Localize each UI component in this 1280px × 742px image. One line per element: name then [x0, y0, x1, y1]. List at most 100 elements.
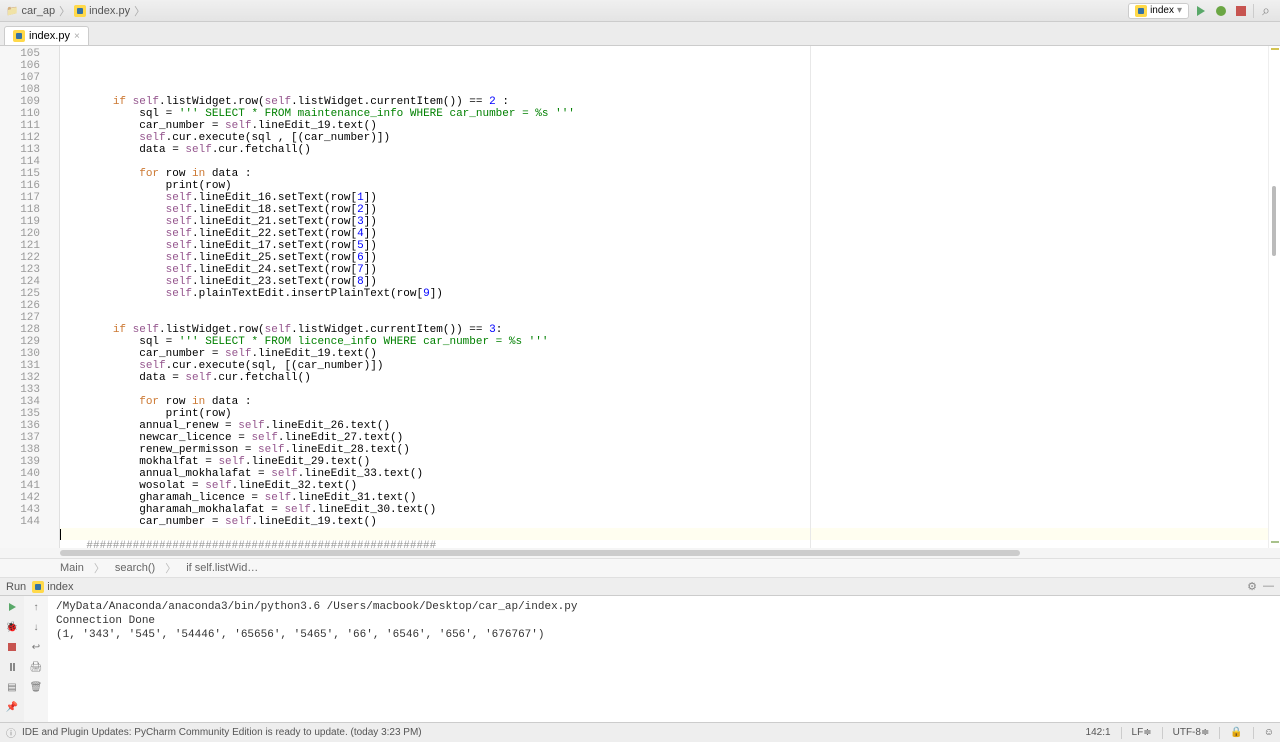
code-line[interactable]: annual_renew = self.lineEdit_26.text() — [60, 420, 1268, 432]
wrap-button[interactable]: ↩ — [29, 640, 43, 654]
clear-button[interactable]: 🗑 — [29, 680, 43, 694]
code-line[interactable] — [60, 528, 1268, 540]
folder-icon — [6, 5, 18, 17]
error-stripe[interactable] — [1268, 46, 1280, 548]
up-button[interactable]: ↑ — [29, 600, 43, 614]
code-line[interactable]: self.lineEdit_25.setText(row[6]) — [60, 252, 1268, 264]
run-tool-window: 🐞 ▤ 📌 ↑ ↓ ↩ 🖨 🗑 /MyData/Anaconda/anacond… — [0, 596, 1280, 722]
crumb-block[interactable]: if self.listWid… — [186, 562, 258, 574]
bug-icon — [1216, 6, 1226, 16]
code-line[interactable]: data = self.cur.fetchall() — [60, 144, 1268, 156]
code-line[interactable]: if self.listWidget.row(self.listWidget.c… — [60, 96, 1268, 108]
gear-icon[interactable]: ⚙ — [1247, 580, 1257, 593]
code-line[interactable]: self.cur.execute(sql , [(car_number)]) — [60, 132, 1268, 144]
code-line[interactable]: car_number = self.lineEdit_19.text() — [60, 516, 1268, 528]
status-message[interactable]: IDE and Plugin Updates: PyCharm Communit… — [22, 727, 422, 738]
close-icon[interactable]: × — [74, 31, 80, 42]
code-line[interactable]: self.lineEdit_22.setText(row[4]) — [60, 228, 1268, 240]
stop-icon — [8, 643, 16, 651]
info-icon[interactable]: ⓘ — [6, 725, 16, 740]
down-button[interactable]: ↓ — [29, 620, 43, 634]
line-separator[interactable]: LF≑ — [1132, 727, 1152, 738]
chevron-right-icon: 〉 — [59, 3, 70, 19]
code-line[interactable]: print(row) — [60, 408, 1268, 420]
stop-run-button[interactable] — [5, 640, 19, 654]
layout-button[interactable]: ▤ — [5, 680, 19, 694]
pause-button[interactable] — [5, 660, 19, 674]
code-line[interactable]: self.lineEdit_24.setText(row[7]) — [60, 264, 1268, 276]
code-line[interactable]: data = self.cur.fetchall() — [60, 372, 1268, 384]
scrollbar-thumb[interactable] — [60, 550, 1020, 556]
code-line[interactable]: wosolat = self.lineEdit_32.text() — [60, 480, 1268, 492]
code-line[interactable]: self.lineEdit_16.setText(row[1]) — [60, 192, 1268, 204]
code-line[interactable]: for row in data : — [60, 168, 1268, 180]
chevron-right-icon: 〉 — [94, 560, 105, 576]
tab-index-py[interactable]: index.py × — [4, 26, 89, 45]
tab-label: index.py — [29, 30, 70, 42]
code-line[interactable] — [60, 300, 1268, 312]
breadcrumb-project[interactable]: car_ap — [6, 5, 55, 17]
stop-button[interactable] — [1233, 3, 1249, 19]
run-toolbar-right: ↑ ↓ ↩ 🖨 🗑 — [24, 596, 48, 722]
code-line[interactable]: gharamah_licence = self.lineEdit_31.text… — [60, 492, 1268, 504]
code-line[interactable]: ########################################… — [60, 540, 1268, 548]
code-line[interactable]: newcar_licence = self.lineEdit_27.text() — [60, 432, 1268, 444]
editor: 1051061071081091101111121131141151161171… — [0, 46, 1280, 548]
code-line[interactable] — [60, 156, 1268, 168]
code-line[interactable] — [60, 84, 1268, 96]
editor-tabs: index.py × — [0, 22, 1280, 46]
code-line[interactable]: mokhalfat = self.lineEdit_29.text() — [60, 456, 1268, 468]
change-marker[interactable] — [1271, 541, 1279, 543]
rerun-button[interactable] — [5, 600, 19, 614]
encoding[interactable]: UTF-8≑ — [1173, 727, 1210, 738]
pin-button[interactable]: 📌 — [5, 700, 19, 714]
breadcrumb: car_ap 〉 index.py 〉 — [6, 3, 145, 19]
debug-button[interactable]: 🐞 — [5, 620, 19, 634]
crumb-class[interactable]: Main — [60, 562, 84, 574]
code-line[interactable]: car_number = self.lineEdit_19.text() — [60, 348, 1268, 360]
chevron-right-icon: 〉 — [134, 3, 145, 19]
structure-breadcrumb: Main 〉 search() 〉 if self.listWid… — [0, 558, 1280, 578]
console-output[interactable]: /MyData/Anaconda/anaconda3/bin/python3.6… — [48, 596, 1280, 722]
right-margin-line — [810, 46, 811, 548]
code-line[interactable]: print(row) — [60, 180, 1268, 192]
code-line[interactable]: self.lineEdit_18.setText(row[2]) — [60, 204, 1268, 216]
warning-marker[interactable] — [1271, 48, 1279, 50]
code-line[interactable]: gharamah_mokhalafat = self.lineEdit_30.t… — [60, 504, 1268, 516]
caret-position[interactable]: 142:1 — [1086, 727, 1111, 738]
scrollbar-thumb[interactable] — [1272, 186, 1276, 256]
debug-button[interactable] — [1213, 3, 1229, 19]
code-line[interactable]: renew_permisson = self.lineEdit_28.text(… — [60, 444, 1268, 456]
print-button[interactable]: 🖨 — [29, 660, 43, 674]
crumb-method[interactable]: search() — [115, 562, 155, 574]
code-line[interactable]: car_number = self.lineEdit_19.text() — [60, 120, 1268, 132]
minimize-icon[interactable]: — — [1263, 580, 1274, 593]
fold-column[interactable] — [50, 46, 60, 548]
search-button[interactable]: ⌕ — [1258, 3, 1274, 19]
code-area[interactable]: if self.listWidget.row(self.listWidget.c… — [60, 46, 1268, 548]
run-label: Run — [6, 581, 26, 593]
run-tool-window-header[interactable]: Run index ⚙ — — [0, 578, 1280, 596]
code-line[interactable]: sql = ''' SELECT * FROM maintenance_info… — [60, 108, 1268, 120]
code-line[interactable]: self.lineEdit_21.setText(row[3]) — [60, 216, 1268, 228]
code-line[interactable] — [60, 312, 1268, 324]
python-file-icon — [13, 30, 25, 42]
code-line[interactable]: for row in data : — [60, 396, 1268, 408]
code-line[interactable]: self.plainTextEdit.insertPlainText(row[9… — [60, 288, 1268, 300]
code-line[interactable]: if self.listWidget.row(self.listWidget.c… — [60, 324, 1268, 336]
horizontal-scrollbar[interactable] — [0, 548, 1280, 558]
run-button[interactable] — [1193, 3, 1209, 19]
code-line[interactable] — [60, 384, 1268, 396]
play-icon — [1197, 6, 1205, 16]
code-line[interactable]: annual_mokhalafat = self.lineEdit_33.tex… — [60, 468, 1268, 480]
breadcrumb-file[interactable]: index.py — [74, 5, 130, 17]
lock-icon[interactable]: 🔒 — [1230, 727, 1242, 738]
run-config-name: index — [47, 581, 73, 593]
code-line[interactable]: self.lineEdit_23.setText(row[8]) — [60, 276, 1268, 288]
run-configuration-selector[interactable]: index ▾ — [1128, 3, 1189, 19]
line-numbers: 1051061071081091101111121131141151161171… — [0, 46, 50, 548]
code-line[interactable]: sql = ''' SELECT * FROM licence_info WHE… — [60, 336, 1268, 348]
hector-icon[interactable]: ☺ — [1264, 727, 1274, 738]
code-line[interactable]: self.lineEdit_17.setText(row[5]) — [60, 240, 1268, 252]
code-line[interactable]: self.cur.execute(sql, [(car_number)]) — [60, 360, 1268, 372]
